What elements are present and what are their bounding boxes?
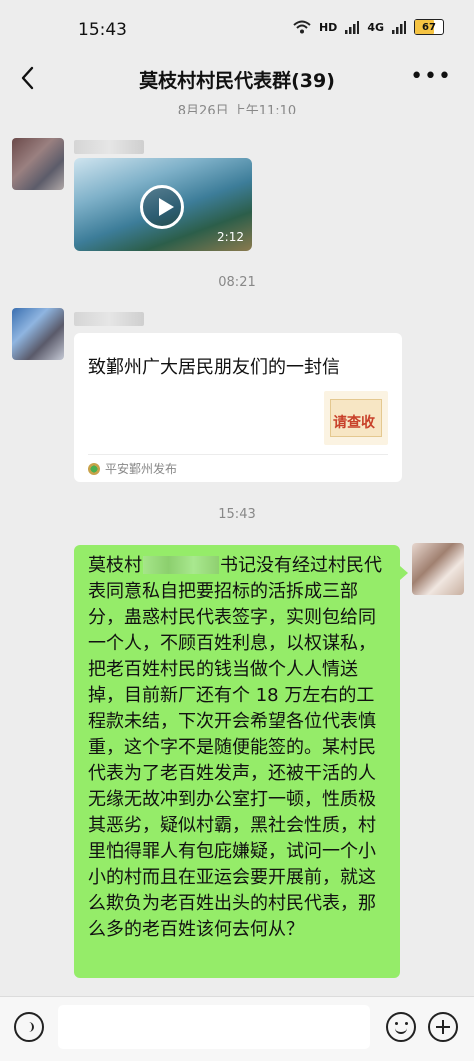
sent-message-bubble[interactable]: 莫枝村 书记没有经过村民代表同意私自把要招标的活拆成三部分，蛊惑村民代表签字，实则… [74, 545, 400, 978]
video-duration: 2:12 [217, 230, 244, 244]
chat-header: 莫枝村村民代表群(39) ••• [0, 52, 474, 104]
message-input[interactable] [58, 1005, 370, 1049]
emoji-button[interactable] [386, 1012, 416, 1042]
signal-icon [345, 20, 360, 34]
more-actions-button[interactable] [428, 1012, 458, 1042]
input-bar [0, 996, 474, 1061]
source-name: 平安鄞州发布 [105, 462, 178, 476]
link-card-thumbnail: 请查收 [324, 391, 388, 445]
chat-title: 莫枝村村民代表群(39) [139, 70, 335, 92]
link-card-source: 平安鄞州发布 [88, 460, 177, 477]
my-avatar[interactable] [412, 543, 464, 595]
timestamp: 15:43 [218, 507, 256, 522]
wifi-icon [293, 20, 311, 34]
sender-name-blurred [74, 140, 144, 154]
divider [88, 454, 388, 455]
link-card-title: 致鄞州广大居民朋友们的一封信 [88, 357, 340, 378]
message-body: 书记没有经过村民代表同意私自把要招标的活拆成三部分，蛊惑村民代表签字，实则包给同… [88, 555, 382, 940]
signal-icon-2 [392, 20, 406, 34]
voice-input-button[interactable] [14, 1012, 44, 1042]
envelope-icon: 请查收 [330, 399, 382, 437]
avatar[interactable] [12, 138, 64, 190]
play-icon[interactable] [140, 185, 184, 229]
source-logo-icon [88, 462, 100, 475]
avatar[interactable] [12, 308, 64, 360]
thumbnail-label: 请查收 [333, 415, 375, 431]
timestamp: 08:21 [218, 275, 256, 290]
status-icons: HD 4G 67 [293, 19, 444, 35]
battery-icon: 67 [414, 19, 444, 35]
sender-name-blurred [74, 312, 144, 326]
message-prefix: 莫枝村 [88, 555, 142, 576]
status-bar: 15:43 HD 4G 67 [0, 0, 474, 52]
more-options-button[interactable]: ••• [410, 64, 452, 89]
hd-icon: HD [318, 20, 338, 34]
network-type: 4G [367, 20, 384, 34]
timestamp-partial: 8月26日 上午11:10 [177, 104, 297, 114]
status-time: 15:43 [78, 20, 127, 40]
redacted-text [143, 556, 219, 574]
bubble-tail [400, 566, 408, 580]
battery-level: 67 [422, 21, 436, 33]
link-card[interactable]: 致鄞州广大居民朋友们的一封信 请查收 平安鄞州发布 [74, 333, 402, 482]
video-message[interactable]: 2:12 [74, 158, 252, 251]
